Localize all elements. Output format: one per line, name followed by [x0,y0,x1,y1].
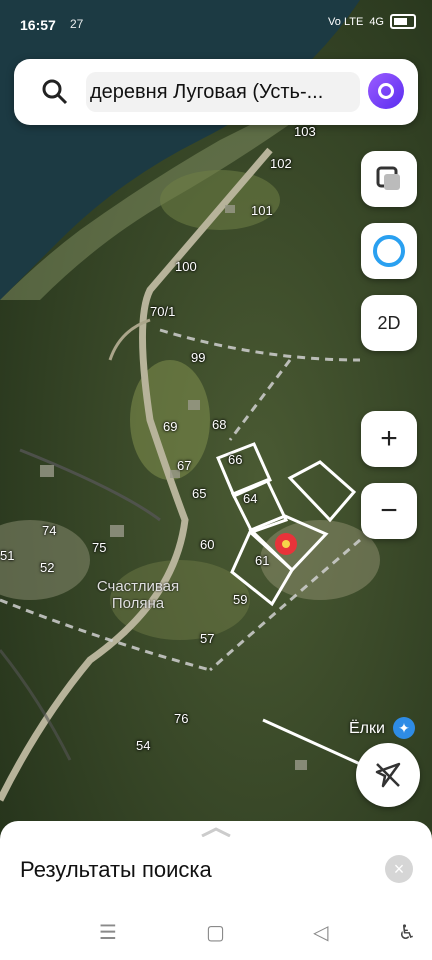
house-number: 59 [233,592,248,607]
accessibility-icon[interactable]: ♿ [398,920,416,945]
house-number: 102 [270,156,292,171]
status-icons: Vo LTE 4G [328,14,416,29]
navigation-off-icon [375,762,401,788]
house-number: 67 [177,458,192,473]
zoom-out-button[interactable]: − [361,483,417,539]
status-time: 16:57 [20,17,56,33]
voice-assistant-icon[interactable] [368,73,404,109]
zoom-in-button[interactable]: + [361,411,417,467]
place-label: Ёлки [349,720,385,737]
view-mode-button[interactable]: 2D [361,295,417,351]
house-number: 65 [192,486,207,501]
house-number: 101 [251,203,273,218]
house-number: 52 [40,560,55,575]
satellite-map[interactable] [0,0,432,960]
house-number: 68 [212,417,227,432]
alice-ring-icon [373,235,405,267]
status-bar: 16:57 27 Vo LTE 4G [0,0,432,48]
house-number: 66 [228,452,243,467]
layers-button[interactable] [361,151,417,207]
home-icon[interactable]: ▢ [206,920,225,945]
search-bar[interactable]: деревня Луговая (Усть-... [14,59,418,125]
house-number: 54 [136,738,151,753]
chevron-up-icon[interactable] [200,827,232,837]
system-nav-bar: ☰ ▢ ◁ ♿ [0,906,432,960]
search-input[interactable]: деревня Луговая (Усть-... [86,72,360,112]
house-number: 74 [42,523,57,538]
house-number: 75 [92,540,107,555]
house-number: 51 [0,548,15,563]
hiking-icon: ✦ [393,717,415,739]
sheet-title: Результаты поиска [20,857,212,882]
layers-icon [376,166,400,190]
location-marker-icon[interactable] [275,533,297,555]
house-number: 99 [191,350,206,365]
signal-label: 4G [369,15,384,28]
alice-map-button[interactable] [361,223,417,279]
house-number: 61 [255,553,270,568]
status-temperature: 27 [70,17,84,31]
house-number: 60 [200,537,215,552]
house-number: 57 [200,631,215,646]
search-icon[interactable] [42,79,68,105]
village-label: Счастливая Поляна [96,578,180,612]
house-number: 70/1 [150,304,176,319]
menu-icon[interactable]: ☰ [99,920,117,945]
navigator-button[interactable] [356,743,420,807]
house-number: 64 [243,491,258,506]
network-label: Vo LTE [328,15,364,28]
house-number: 69 [163,419,178,434]
close-button[interactable]: × [385,855,413,883]
house-number: 100 [175,259,197,274]
house-number: 76 [174,711,189,726]
battery-icon [390,14,416,29]
house-number: 103 [294,124,316,139]
back-icon[interactable]: ◁ [313,920,328,945]
